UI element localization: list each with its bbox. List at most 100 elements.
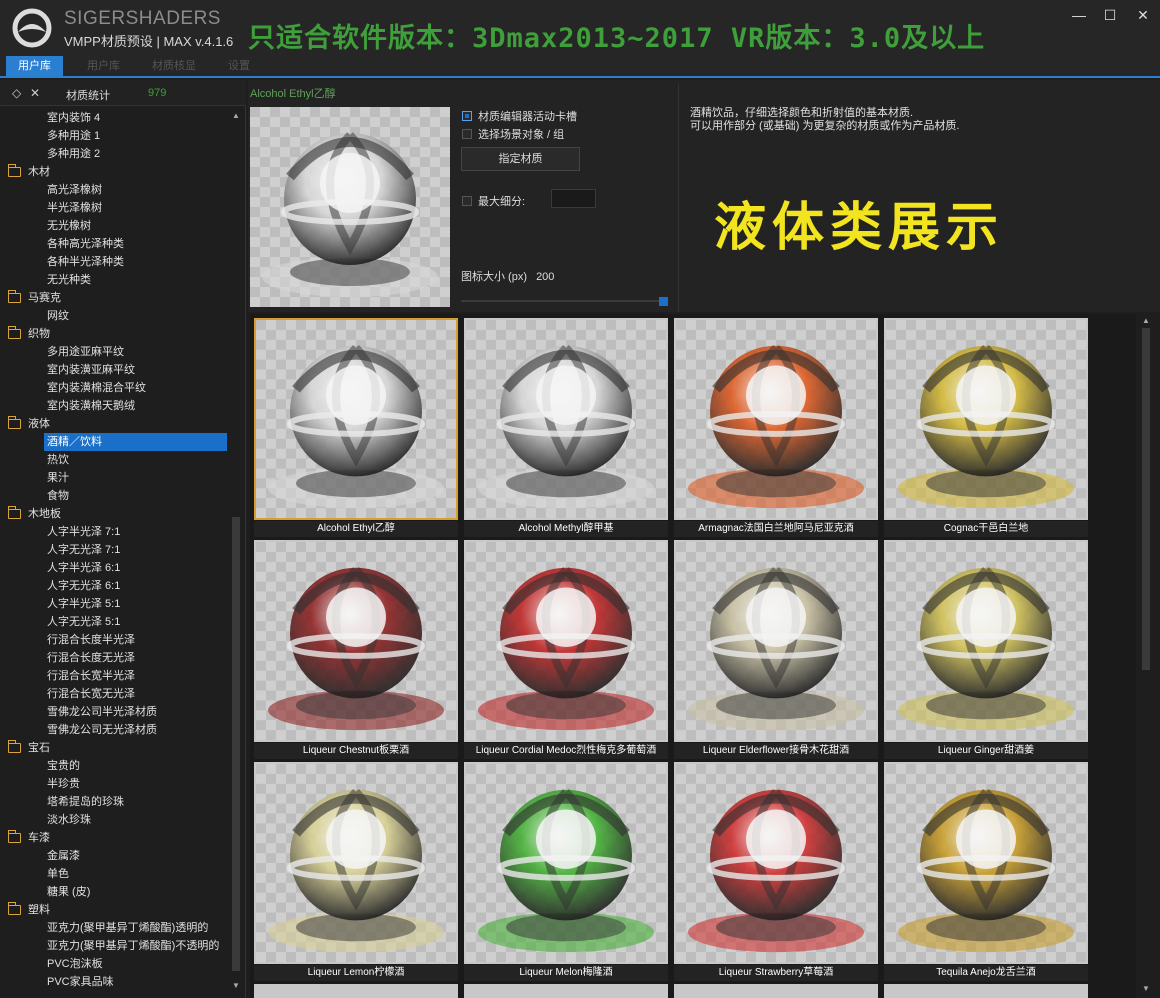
tree-item[interactable]: 淡水珍珠 — [0, 811, 230, 829]
scroll-up-arrow-icon[interactable]: ▲ — [1138, 316, 1154, 328]
material-tile[interactable]: Liqueur Cordial Medoc烈性梅克多葡萄酒 — [464, 540, 668, 760]
showcase-heading: 液体类展示 — [714, 198, 1005, 258]
tree-item[interactable]: 多种用途 2 — [0, 145, 230, 163]
tree-item[interactable]: 塔希提岛的珍珠 — [0, 793, 230, 811]
material-tile[interactable]: Armagnac法国白兰地阿马尼亚克酒 — [674, 318, 878, 538]
grid-scroll-thumb[interactable] — [1142, 328, 1150, 670]
tree-item[interactable]: 高光泽橡树 — [0, 181, 230, 199]
scroll-down-arrow-icon[interactable]: ▼ — [230, 981, 242, 993]
tree-item[interactable]: 人字无光泽 7:1 — [0, 541, 230, 559]
tree-item[interactable]: 室内装潢亚麻平纹 — [0, 361, 230, 379]
material-thumbnail — [254, 318, 458, 520]
tree-item[interactable]: 热饮 — [0, 451, 230, 469]
tree-item[interactable]: 室内装潢棉混合平纹 — [0, 379, 230, 397]
tree-item[interactable]: 行混合长度无光泽 — [0, 649, 230, 667]
tree-label: 室内装潢棉天鹅绒 — [47, 400, 135, 412]
tree-item[interactable]: 无光橡树 — [0, 217, 230, 235]
material-caption: Liqueur Melon梅隆酒 — [464, 965, 668, 981]
tree-item[interactable]: 食物 — [0, 487, 230, 505]
material-tile[interactable]: Liqueur Lemon柠檬酒 — [254, 762, 458, 982]
tab-material-check[interactable]: 材质核显 — [140, 56, 208, 76]
sidebar-scrollbar[interactable]: ▲ ▼ — [230, 109, 242, 995]
material-detail-panel: Alcohol Ethyl乙醇 材质编辑器活动卡槽 选择场景对象 / 组 指定材… — [248, 80, 1160, 312]
sidebar-scroll-thumb[interactable] — [232, 517, 240, 971]
tree-item[interactable]: 各种半光泽种类 — [0, 253, 230, 271]
slider-knob[interactable] — [659, 297, 668, 306]
assign-material-button[interactable]: 指定材质 — [461, 147, 580, 171]
material-tile[interactable]: Alcohol Methyl醇甲基 — [464, 318, 668, 538]
material-thumbnail-partial[interactable] — [674, 984, 878, 998]
tree-category[interactable]: 木材 — [0, 163, 230, 181]
material-thumbnail-partial[interactable] — [884, 984, 1088, 998]
close-button[interactable]: ✕ — [1130, 6, 1156, 24]
tree-item[interactable]: 各种高光泽种类 — [0, 235, 230, 253]
tree-item[interactable]: 酒精／饮料 — [44, 433, 227, 451]
tree-item[interactable]: 人字半光泽 7:1 — [0, 523, 230, 541]
tab-user-library-2[interactable]: 用户库 — [75, 56, 132, 76]
icon-size-slider[interactable] — [461, 297, 669, 306]
grid-scrollbar[interactable]: ▲ ▼ — [1138, 314, 1154, 998]
tree-item[interactable]: 室内装潢棉天鹅绒 — [0, 397, 230, 415]
tree-category[interactable]: 液体 — [0, 415, 230, 433]
tree-category[interactable]: 宝石 — [0, 739, 230, 757]
tree-item[interactable]: 人字半光泽 5:1 — [0, 595, 230, 613]
tree-item[interactable]: 雪佛龙公司无光泽材质 — [0, 721, 230, 739]
tree-label: 多用途亚麻平纹 — [47, 346, 124, 358]
editor-slot-checkbox[interactable]: 材质编辑器活动卡槽 — [462, 108, 577, 124]
collapse-icon[interactable]: ✕ — [30, 86, 40, 100]
max-subdiv-input[interactable] — [551, 189, 596, 208]
tree-item[interactable]: 网纹 — [0, 307, 230, 325]
tree-label: 车漆 — [28, 832, 50, 844]
material-tile[interactable]: Alcohol Ethyl乙醇 — [254, 318, 458, 538]
material-tile[interactable]: Liqueur Strawberry草莓酒 — [674, 762, 878, 982]
tree-item[interactable]: 金属漆 — [0, 847, 230, 865]
tree-item[interactable]: 多用途亚麻平纹 — [0, 343, 230, 361]
tree-category[interactable]: 马赛克 — [0, 289, 230, 307]
material-caption: Liqueur Ginger甜酒姜 — [884, 743, 1088, 759]
tree-item[interactable]: PVC泡沫板 — [0, 955, 230, 973]
tree-category[interactable]: 车漆 — [0, 829, 230, 847]
maximize-button[interactable]: ☐ — [1097, 6, 1123, 24]
tab-bar: 用户库 用户库 材质核显 设置 — [0, 56, 1160, 78]
tree-item[interactable]: 多种用途 1 — [0, 127, 230, 145]
tree-item[interactable]: 亚克力(聚甲基异丁烯酸酯)透明的 — [0, 919, 230, 937]
material-tile[interactable]: Tequila Anejo龙舌兰酒 — [884, 762, 1088, 982]
tab-user-library[interactable]: 用户库 — [6, 56, 63, 76]
tree-category[interactable]: 塑料 — [0, 901, 230, 919]
material-tile[interactable]: Liqueur Elderflower接骨木花甜酒 — [674, 540, 878, 760]
tree-item[interactable]: 半光泽橡树 — [0, 199, 230, 217]
tree-category[interactable]: 木地板 — [0, 505, 230, 523]
tree-item[interactable]: 单色 — [0, 865, 230, 883]
tree-item[interactable]: 亚克力(聚甲基异丁烯酸酯)不透明的 — [0, 937, 230, 955]
tree-item[interactable]: PVC家具品味 — [0, 973, 230, 991]
tree-item[interactable]: 人字半光泽 6:1 — [0, 559, 230, 577]
tree-item[interactable]: 人字无光泽 6:1 — [0, 577, 230, 595]
material-thumbnail-partial[interactable] — [254, 984, 458, 998]
tree-item[interactable]: 行混合长宽半光泽 — [0, 667, 230, 685]
material-tile[interactable]: Cognac干邑白兰地 — [884, 318, 1088, 538]
tree-item[interactable]: 无光种类 — [0, 271, 230, 289]
tree-item[interactable]: 雪佛龙公司半光泽材质 — [0, 703, 230, 721]
material-tile[interactable]: Liqueur Ginger甜酒姜 — [884, 540, 1088, 760]
tree-item[interactable]: 室内装饰 4 — [0, 109, 230, 127]
tree-item[interactable]: 宝贵的 — [0, 757, 230, 775]
material-tile[interactable]: Liqueur Melon梅隆酒 — [464, 762, 668, 982]
tab-settings[interactable]: 设置 — [216, 56, 262, 76]
material-tile[interactable]: Liqueur Chestnut板栗酒 — [254, 540, 458, 760]
expand-icon[interactable]: ◇ — [12, 86, 21, 100]
material-thumbnail-partial[interactable] — [464, 984, 668, 998]
tree-category[interactable]: 织物 — [0, 325, 230, 343]
max-subdiv-checkbox[interactable]: 最大细分: — [462, 193, 525, 209]
minimize-button[interactable]: — — [1066, 6, 1092, 24]
scroll-down-arrow-icon[interactable]: ▼ — [1138, 984, 1154, 996]
select-scene-checkbox[interactable]: 选择场景对象 / 组 — [462, 126, 564, 142]
category-tree: 室内装饰 4 多种用途 1 多种用途 2 木材 高光泽橡树 半光泽橡树 无光橡树 各种高光泽种… — [0, 109, 230, 995]
tree-item[interactable]: 半珍贵 — [0, 775, 230, 793]
material-thumbnail — [464, 540, 668, 742]
scroll-up-arrow-icon[interactable]: ▲ — [230, 111, 242, 123]
tree-item[interactable]: 果汁 — [0, 469, 230, 487]
tree-item[interactable]: 行混合长宽无光泽 — [0, 685, 230, 703]
tree-item[interactable]: 行混合长度半光泽 — [0, 631, 230, 649]
tree-item[interactable]: 糖果 (皮) — [0, 883, 230, 901]
tree-item[interactable]: 人字无光泽 5:1 — [0, 613, 230, 631]
